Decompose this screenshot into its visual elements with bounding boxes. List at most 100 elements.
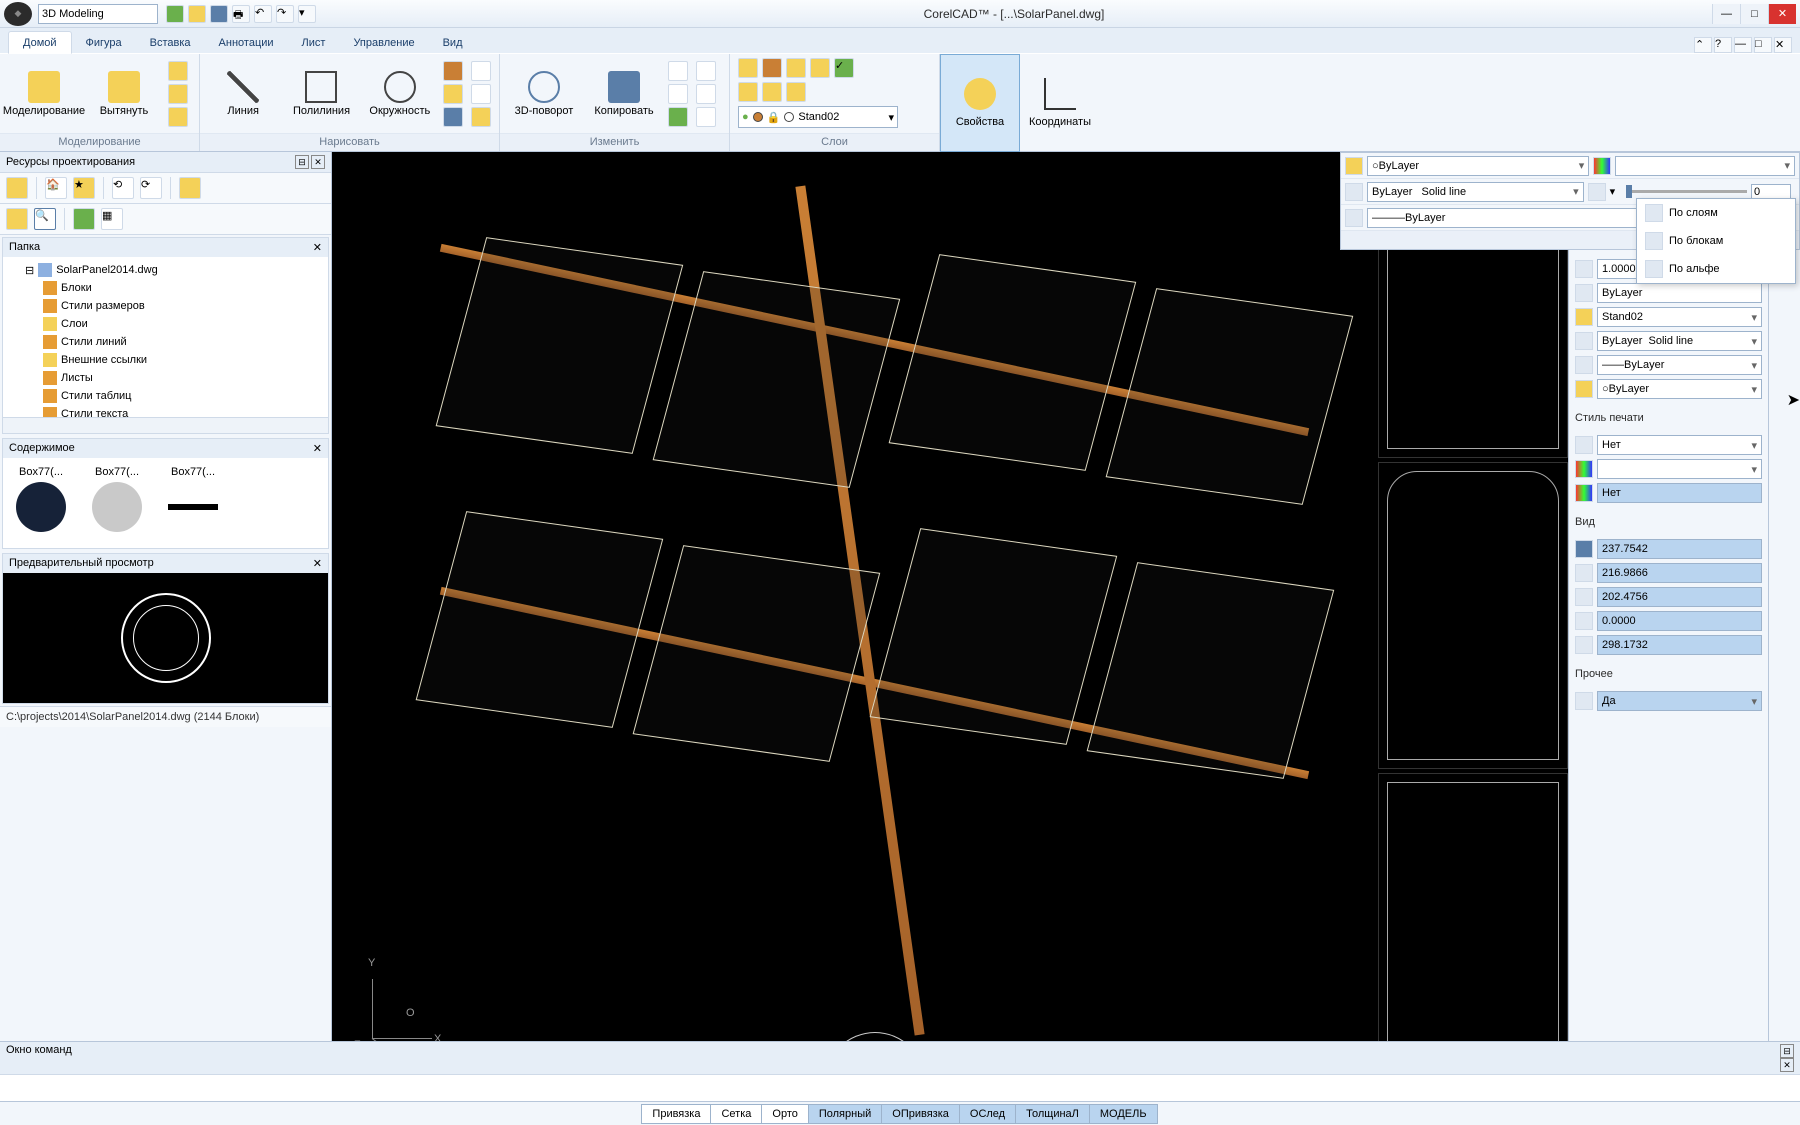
home-icon[interactable]: 🏠 bbox=[45, 177, 67, 199]
polyline-button[interactable]: Полилиния bbox=[286, 61, 356, 127]
revolve-icon[interactable] bbox=[168, 84, 188, 104]
doc-close-icon[interactable]: ✕ bbox=[1774, 37, 1792, 53]
content-item[interactable]: Box77(... bbox=[87, 466, 147, 540]
color-bylayer-combo[interactable]: ○ ByLayer▾ bbox=[1367, 156, 1589, 176]
ribbon-help-icon[interactable]: ? bbox=[1714, 37, 1732, 53]
maximize-button[interactable]: □ bbox=[1740, 4, 1768, 24]
move-icon[interactable] bbox=[668, 107, 688, 127]
lineweight-field[interactable]: —— ByLayer▾ bbox=[1597, 355, 1762, 375]
sb-osnap[interactable]: ОПривязка bbox=[881, 1104, 960, 1124]
view-angle-field[interactable]: 0.0000 bbox=[1597, 611, 1762, 631]
bylayer-field[interactable]: ByLayer bbox=[1597, 283, 1762, 303]
tab-home[interactable]: Домой bbox=[8, 31, 72, 54]
modeling-button[interactable]: Моделирование bbox=[8, 61, 80, 127]
3drotate-button[interactable]: 3D-поворот bbox=[508, 61, 580, 127]
qat-save-icon[interactable] bbox=[210, 5, 228, 23]
view-x-field[interactable]: 237.7542 bbox=[1597, 539, 1762, 559]
qat-redo-icon[interactable]: ↷ bbox=[276, 5, 294, 23]
layer-field[interactable]: Stand02▾ bbox=[1597, 307, 1762, 327]
sb-snap[interactable]: Привязка bbox=[641, 1104, 711, 1124]
view-tree-icon[interactable] bbox=[73, 208, 95, 230]
menu-by-alpha[interactable]: По альфе bbox=[1637, 255, 1795, 283]
arc-icon[interactable] bbox=[443, 61, 463, 81]
layer-match-icon[interactable] bbox=[786, 82, 806, 102]
transparency-icon[interactable] bbox=[1588, 183, 1606, 201]
layer-freeze-icon[interactable] bbox=[762, 58, 782, 78]
ribbon-collapse-icon[interactable]: ⌃ bbox=[1694, 37, 1712, 53]
tab-insert[interactable]: Вставка bbox=[136, 32, 205, 53]
favorite-icon[interactable]: ★ bbox=[73, 177, 95, 199]
rect-icon[interactable] bbox=[471, 84, 491, 104]
folder-section-close-icon[interactable]: ✕ bbox=[313, 241, 322, 254]
folder-open-icon[interactable] bbox=[6, 177, 28, 199]
line-button[interactable]: Линия bbox=[208, 61, 278, 127]
content-item[interactable]: Box77(... bbox=[163, 466, 223, 540]
model-viewport[interactable]: Y X Z O bbox=[332, 152, 1568, 1079]
back-icon[interactable]: ⟲ bbox=[112, 177, 134, 199]
panel-close-icon[interactable]: ✕ bbox=[311, 155, 325, 169]
layer-off-icon[interactable] bbox=[786, 58, 806, 78]
color-book-icon[interactable] bbox=[1593, 157, 1611, 175]
qat-print-icon[interactable]: 🖶 bbox=[232, 5, 250, 23]
sb-model[interactable]: МОДЕЛЬ bbox=[1089, 1104, 1158, 1124]
tab-figure[interactable]: Фигура bbox=[72, 32, 136, 53]
print-style-field[interactable]: Нет▾ bbox=[1597, 435, 1762, 455]
content-section-close-icon[interactable]: ✕ bbox=[313, 442, 322, 455]
sweep-icon[interactable] bbox=[168, 61, 188, 81]
linetype-combo[interactable]: ByLayer Solid line▾ bbox=[1367, 182, 1584, 202]
layer-selector[interactable]: ●🔒 Stand02 ▾ bbox=[738, 106, 898, 128]
spline-icon[interactable] bbox=[443, 107, 463, 127]
cmd-close-icon[interactable]: ✕ bbox=[1780, 1058, 1794, 1072]
view-z-field[interactable]: 202.4756 bbox=[1597, 587, 1762, 607]
qat-more-icon[interactable]: ▾ bbox=[298, 5, 316, 23]
hatch-icon[interactable] bbox=[443, 84, 463, 104]
view-dist-field[interactable]: 298.1732 bbox=[1597, 635, 1762, 655]
tab-annotations[interactable]: Аннотации bbox=[205, 32, 288, 53]
scale-icon[interactable] bbox=[696, 84, 716, 104]
side-view[interactable] bbox=[1378, 773, 1568, 1079]
color-book-combo[interactable]: ▾ bbox=[1615, 156, 1795, 176]
close-button[interactable]: ✕ bbox=[1768, 4, 1796, 24]
minimize-button[interactable]: — bbox=[1712, 4, 1740, 24]
region-icon[interactable] bbox=[471, 107, 491, 127]
erase-icon[interactable] bbox=[696, 61, 716, 81]
view-search-icon[interactable] bbox=[6, 208, 28, 230]
tab-sheet[interactable]: Лист bbox=[288, 32, 340, 53]
sb-otrack[interactable]: ОСлед bbox=[959, 1104, 1016, 1124]
tab-view[interactable]: Вид bbox=[429, 32, 477, 53]
view-y-field[interactable]: 216.9866 bbox=[1597, 563, 1762, 583]
doc-minimize-icon[interactable]: — bbox=[1734, 37, 1752, 53]
layer-check-icon[interactable]: ✓ bbox=[834, 58, 854, 78]
view-grid-icon[interactable]: ▦ bbox=[101, 208, 123, 230]
linetype-field[interactable]: ByLayer Solid line▾ bbox=[1597, 331, 1762, 351]
cmd-pin-icon[interactable]: ⊟ bbox=[1780, 1044, 1794, 1058]
refresh-icon[interactable] bbox=[179, 177, 201, 199]
layer-prev-icon[interactable] bbox=[762, 82, 782, 102]
copy-button[interactable]: Копировать bbox=[588, 61, 660, 127]
workspace-selector[interactable] bbox=[38, 4, 158, 24]
menu-by-blocks[interactable]: По блокам bbox=[1637, 227, 1795, 255]
tab-manage[interactable]: Управление bbox=[339, 32, 428, 53]
preview-section-close-icon[interactable]: ✕ bbox=[313, 557, 322, 570]
ellipse-icon[interactable] bbox=[471, 61, 491, 81]
loft-icon[interactable] bbox=[168, 107, 188, 127]
color-field[interactable]: ○ ByLayer▾ bbox=[1597, 379, 1762, 399]
transparency-slider[interactable] bbox=[1626, 190, 1747, 193]
sb-ortho[interactable]: Орто bbox=[761, 1104, 808, 1124]
menu-by-layers[interactable]: По слоям bbox=[1637, 199, 1795, 227]
content-item[interactable]: Box77(... bbox=[11, 466, 71, 540]
mirror-icon[interactable] bbox=[668, 84, 688, 104]
stretch-icon[interactable] bbox=[696, 107, 716, 127]
circle-button[interactable]: Окружность bbox=[365, 61, 435, 127]
qat-undo-icon[interactable]: ↶ bbox=[254, 5, 272, 23]
qat-new-icon[interactable] bbox=[166, 5, 184, 23]
array-icon[interactable] bbox=[668, 61, 688, 81]
sb-lweight[interactable]: ТолщинаЛ bbox=[1015, 1104, 1090, 1124]
layer-lock-icon[interactable] bbox=[810, 58, 830, 78]
properties-panel-button[interactable]: Свойства bbox=[940, 54, 1020, 152]
sb-polar[interactable]: Полярный bbox=[808, 1104, 882, 1124]
view-zoom-icon[interactable]: 🔍 bbox=[34, 208, 56, 230]
other-field[interactable]: Да▾ bbox=[1597, 691, 1762, 711]
extrude-button[interactable]: Вытянуть bbox=[88, 61, 160, 127]
print-color-field[interactable]: ▾ bbox=[1597, 459, 1762, 479]
